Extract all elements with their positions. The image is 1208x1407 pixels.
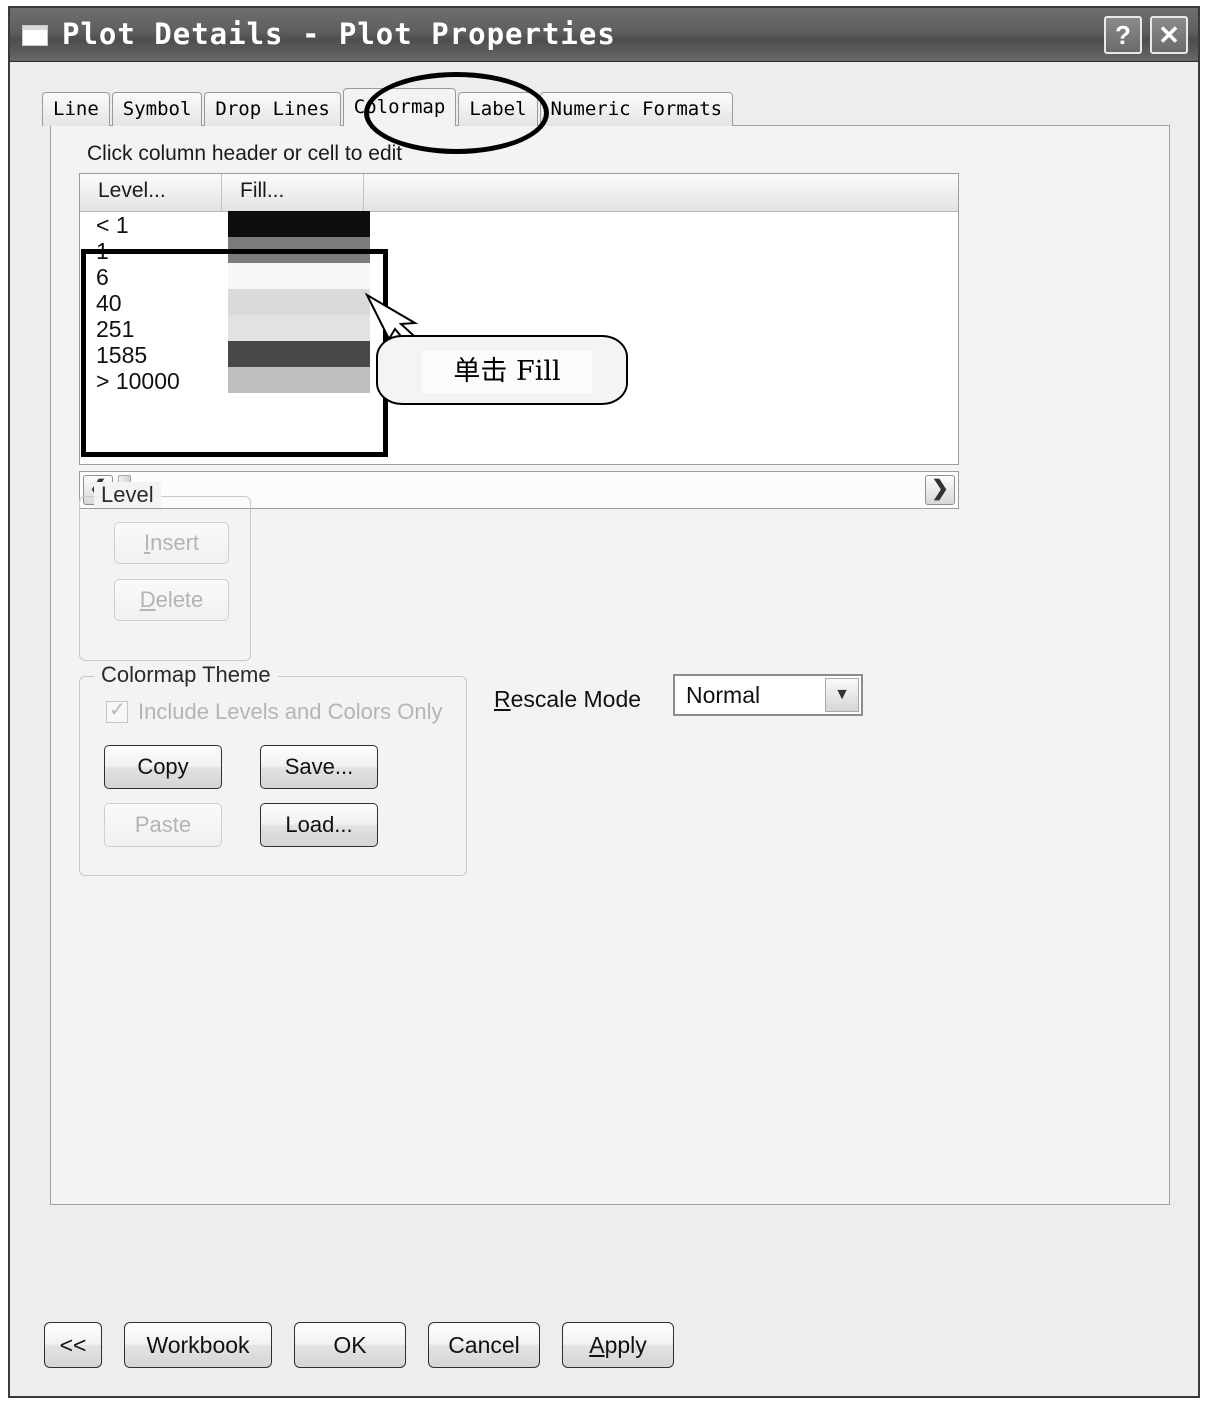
rescale-mode-select[interactable]: Normal ▼ xyxy=(673,674,863,716)
tab-label[interactable]: Label xyxy=(458,92,538,126)
help-button[interactable]: ? xyxy=(1104,16,1142,54)
level-cell[interactable]: > 10000 xyxy=(96,368,180,394)
column-header-level[interactable]: Level... xyxy=(80,174,222,211)
colormap-theme-group: Colormap Theme Include Levels and Colors… xyxy=(79,662,467,876)
fill-cell[interactable] xyxy=(228,211,370,237)
window-icon xyxy=(22,25,48,46)
tab-drop-lines[interactable]: Drop Lines xyxy=(204,92,341,126)
checkbox-checked-icon[interactable] xyxy=(106,697,128,723)
tab-strip: Line Symbol Drop Lines Colormap Label Nu… xyxy=(42,88,735,126)
plot-details-dialog: Plot Details - Plot Properties ? ✕ Line … xyxy=(8,6,1200,1398)
paste-button[interactable]: Paste xyxy=(104,803,222,847)
copy-button[interactable]: Copy xyxy=(104,745,222,789)
title-bar: Plot Details - Plot Properties ? ✕ xyxy=(10,8,1198,62)
window-title: Plot Details - Plot Properties xyxy=(62,17,616,51)
insert-button[interactable]: Insert xyxy=(114,522,229,564)
tab-symbol[interactable]: Symbol xyxy=(111,92,203,126)
table-row[interactable]: > 10000 xyxy=(80,368,958,394)
table-row[interactable]: 1 xyxy=(80,238,958,264)
dialog-button-bar: << Workbook OK Cancel Apply xyxy=(44,1322,696,1368)
level-cell[interactable]: < 1 xyxy=(96,212,129,238)
rescale-mode-value: Normal xyxy=(686,682,761,708)
edit-hint-label: Click column header or cell to edit xyxy=(87,142,403,165)
delete-label-rest: elete xyxy=(155,587,204,612)
table-row[interactable]: < 1 xyxy=(80,212,958,238)
colormap-grid: Level... Fill... < 1 1 6 40 251 1585 > 1… xyxy=(79,173,959,465)
apply-label-rest: pply xyxy=(604,1331,647,1358)
load-button[interactable]: Load... xyxy=(260,803,378,847)
ok-button[interactable]: OK xyxy=(294,1322,406,1368)
fill-cell[interactable] xyxy=(228,315,370,341)
cancel-button[interactable]: Cancel xyxy=(428,1322,540,1368)
tab-numeric-formats[interactable]: Numeric Formats xyxy=(539,92,734,126)
fill-cell[interactable] xyxy=(228,263,370,289)
colormap-tab-panel: Click column header or cell to edit Leve… xyxy=(50,125,1170,1205)
apply-mnemonic: A xyxy=(589,1331,605,1358)
grid-header-row: Level... Fill... xyxy=(80,174,958,212)
rescale-mnemonic: R xyxy=(494,686,511,712)
save-button[interactable]: Save... xyxy=(260,745,378,789)
fill-cell[interactable] xyxy=(228,341,370,367)
table-row[interactable]: 40 xyxy=(80,290,958,316)
level-cell[interactable]: 1585 xyxy=(96,342,147,368)
delete-mnemonic: D xyxy=(139,587,156,612)
level-cell[interactable]: 251 xyxy=(96,316,134,342)
include-levels-colors-checkbox-row[interactable]: Include Levels and Colors Only xyxy=(106,697,443,725)
table-row[interactable]: 6 xyxy=(80,264,958,290)
apply-button[interactable]: Apply xyxy=(562,1322,674,1368)
scroll-right-arrow-icon[interactable]: ❯ xyxy=(925,475,955,505)
rescale-label-rest: escale Mode xyxy=(510,686,642,712)
fill-cell[interactable] xyxy=(228,367,370,393)
colormap-theme-group-title: Colormap Theme xyxy=(94,662,278,688)
close-button[interactable]: ✕ xyxy=(1150,16,1188,54)
column-header-fill[interactable]: Fill... xyxy=(222,174,364,211)
level-cell[interactable]: 1 xyxy=(96,238,109,264)
fill-cell[interactable] xyxy=(228,237,370,263)
delete-button[interactable]: Delete xyxy=(114,579,229,621)
include-levels-colors-label: Include Levels and Colors Only xyxy=(138,699,443,724)
tab-colormap[interactable]: Colormap xyxy=(342,88,457,126)
tab-line[interactable]: Line xyxy=(42,92,110,126)
column-header-extra[interactable] xyxy=(364,174,958,211)
workbook-button[interactable]: Workbook xyxy=(124,1322,272,1368)
table-row[interactable]: 251 xyxy=(80,316,958,342)
level-cell[interactable]: 6 xyxy=(96,264,109,290)
insert-label-rest: nsert xyxy=(150,530,200,555)
table-row[interactable]: 1585 xyxy=(80,342,958,368)
level-group: Level Insert Delete xyxy=(79,482,251,661)
level-cell[interactable]: 40 xyxy=(96,290,122,316)
grid-body: < 1 1 6 40 251 1585 > 10000 xyxy=(80,211,958,464)
collapse-button[interactable]: << xyxy=(44,1322,102,1368)
fill-cell[interactable] xyxy=(228,289,370,315)
rescale-mode-label: Rescale Mode xyxy=(494,686,641,713)
level-group-title: Level xyxy=(94,482,161,508)
chevron-down-icon[interactable]: ▼ xyxy=(825,678,859,712)
